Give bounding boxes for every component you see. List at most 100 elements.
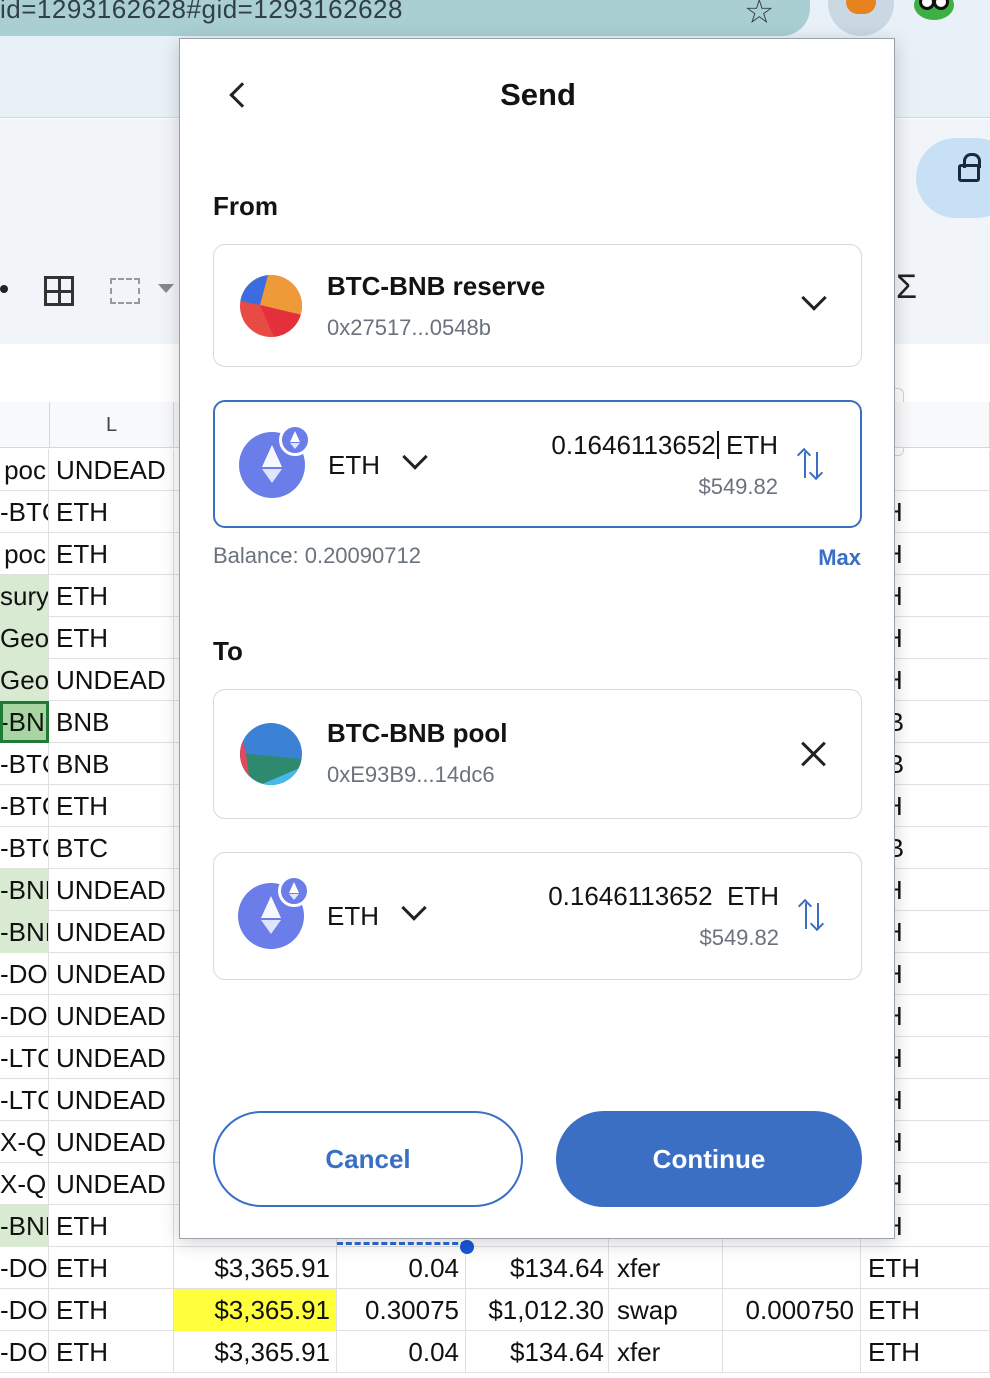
sheet-cell-p[interactable]: xfer [609,1331,723,1373]
sheet-cell-k[interactable]: -BTC [0,785,49,827]
sheet-cell-l[interactable]: UNDEAD [50,953,174,995]
sheet-cell-k[interactable]: -BNE [0,1205,49,1247]
sheet-cell-k[interactable]: -DOC [0,1247,49,1289]
sheet-cell-k[interactable]: X-QI [0,1163,49,1205]
sheet-cell-p[interactable]: xfer [609,1247,723,1289]
fill-handle[interactable] [460,1240,474,1254]
sheet-cell-k[interactable]: -DOC [0,1331,49,1373]
cancel-button[interactable]: Cancel [213,1111,523,1207]
sheet-cell-l[interactable]: ETH [50,1247,174,1289]
sheet-cell-l[interactable]: ETH [50,617,174,659]
sheet-cell-k[interactable]: -BTC [0,827,49,869]
sheet-cell-l[interactable]: UNDEAD [50,995,174,1037]
metamask-extension-icon[interactable] [828,0,894,36]
sheet-cell-k[interactable]: -BNE [0,869,49,911]
sheet-cell-k[interactable]: -BNE [0,701,49,743]
from-account-selector[interactable]: BTC-BNB reserve 0x27517...0548b [213,244,862,367]
account-dropdown-chevron-down-icon[interactable] [801,285,827,311]
sheet-cell-q[interactable] [723,1331,861,1373]
sheet-cell-k[interactable]: Geo [0,659,49,701]
to-token-symbol[interactable]: ETH [327,901,379,932]
functions-sigma-icon[interactable]: Σ [896,268,917,307]
sheet-cell-k[interactable]: -LTC [0,1079,49,1121]
sheet-cell-k[interactable]: poc [0,533,49,575]
sheet-cell-k[interactable]: -DOC [0,1289,49,1331]
sheet-cell-k[interactable]: -LTC [0,1037,49,1079]
max-button[interactable]: Max [818,545,861,571]
sheet-cell-l[interactable]: ETH [50,1205,174,1247]
to-account-name: BTC-BNB pool [327,718,508,748]
token-dropdown-chevron-down-icon[interactable] [402,444,428,470]
clear-recipient-close-icon[interactable] [800,740,828,768]
table-row: -DOCETH$3,365.910.30075$1,012.30swap0.00… [0,1289,990,1331]
sheet-cell-l[interactable]: ETH [50,575,174,617]
table-row: -DOCETH$3,365.910.04$134.64xferETH [0,1247,990,1289]
address-bar[interactable]: id=1293162628#gid=1293162628 [0,0,810,36]
to-amount-value: 0.1646113652 [548,881,713,911]
swap-vertical-icon[interactable] [796,447,824,481]
sheet-cell-l[interactable]: ETH [50,491,174,533]
sheet-cell-k[interactable]: -DOC [0,995,49,1037]
sheet-cell-l[interactable]: ETH [50,785,174,827]
bookmark-star-icon[interactable]: ☆ [744,0,774,32]
sheet-cell-n[interactable]: 0.30075 [337,1289,466,1331]
from-account-address: 0x27517...0548b [327,315,491,340]
frog-extension-icon[interactable] [914,0,954,20]
sheet-cell-l[interactable]: ETH [50,1331,174,1373]
sheet-cell-k[interactable]: -DOC [0,953,49,995]
sheet-cell-o[interactable]: $134.64 [466,1247,609,1289]
sheet-cell-q[interactable]: 0.000750 [723,1289,861,1331]
sheet-cell-o[interactable]: $1,012.30 [466,1289,609,1331]
sheet-cell-k[interactable]: -BTC [0,491,49,533]
sheet-cell-l[interactable]: ETH [50,533,174,575]
continue-button[interactable]: Continue [556,1111,862,1207]
sheet-cell-k[interactable]: X-QI [0,1121,49,1163]
sheet-cell-q[interactable] [723,1247,861,1289]
sheet-cell-l[interactable]: BNB [50,701,174,743]
to-fiat-value: $549.82 [699,925,779,950]
sheet-cell-l[interactable]: BTC [50,827,174,869]
toolbar-dot-icon[interactable] [0,285,8,293]
sheet-cell-k[interactable]: sury [0,575,49,617]
sheet-cell-l[interactable]: UNDEAD [50,1121,174,1163]
sheet-cell-n[interactable]: 0.04 [337,1247,466,1289]
merge-dropdown-icon[interactable] [158,284,174,293]
sheet-cell-l[interactable]: UNDEAD [50,911,174,953]
sheet-cell-l[interactable]: BNB [50,743,174,785]
sheet-cell-l[interactable]: UNDEAD [50,869,174,911]
sheet-cell-r[interactable]: ETH [861,1247,990,1289]
sheet-cell-l[interactable]: ETH [50,1289,174,1331]
borders-icon[interactable] [44,276,74,306]
sheet-cell-l[interactable]: UNDEAD [50,1163,174,1205]
sheet-cell-m[interactable]: $3,365.91 [174,1331,337,1373]
sheet-cell-r[interactable]: ETH [861,1289,990,1331]
sheet-cell-m[interactable]: $3,365.91 [174,1247,337,1289]
sheet-cell-k[interactable]: poc [0,449,49,491]
to-account-card[interactable]: BTC-BNB pool 0xE93B9...14dc6 [213,689,862,819]
merge-cells-icon[interactable] [110,278,140,304]
sheet-cell-l[interactable]: UNDEAD [50,659,174,701]
sheet-cell-n[interactable]: 0.04 [337,1331,466,1373]
sheet-cell-o[interactable]: $134.64 [466,1331,609,1373]
column-header-l[interactable]: L [50,402,174,448]
sheet-cell-r[interactable]: ETH [861,1331,990,1373]
from-amount-input-card[interactable]: ETH 0.1646113652 ETH $549.82 [213,400,862,528]
sheet-cell-p[interactable]: swap [609,1289,723,1331]
from-fiat-value: $549.82 [698,474,778,499]
sheet-cell-k[interactable]: Geo [0,617,49,659]
sheet-cell-m[interactable]: $3,365.91 [174,1289,337,1331]
column-header-k[interactable] [0,402,50,448]
sheet-cell-l[interactable]: UNDEAD [50,1079,174,1121]
share-lock-button[interactable] [916,138,990,218]
ethereum-network-badge-icon [279,424,311,456]
to-amount-card[interactable]: ETH 0.1646113652 ETH $549.82 [213,852,862,980]
sheet-cell-l[interactable]: UNDEAD [50,1037,174,1079]
to-account-address: 0xE93B9...14dc6 [327,762,495,787]
from-token-symbol[interactable]: ETH [328,450,380,481]
swap-vertical-icon[interactable] [797,898,825,932]
from-amount-field[interactable]: 0.1646113652 ETH [551,430,778,461]
token-dropdown-chevron-down-icon[interactable] [401,895,427,921]
sheet-cell-l[interactable]: UNDEAD [50,449,174,491]
sheet-cell-k[interactable]: -BTC [0,743,49,785]
sheet-cell-k[interactable]: -BNE [0,911,49,953]
